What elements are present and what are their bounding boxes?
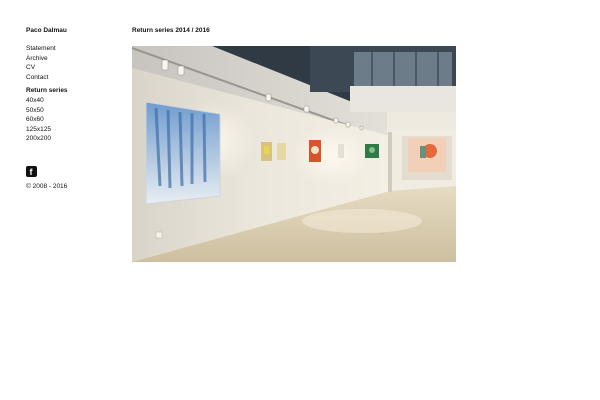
nav-series-60x60[interactable]: 60x60	[26, 115, 68, 125]
gallery-photo[interactable]	[132, 46, 456, 262]
nav-return-series[interactable]: Return series	[26, 86, 68, 96]
gallery-photo-image	[132, 46, 456, 262]
copyright-text: © 2008 - 2016	[26, 183, 68, 190]
nav-series-50x50[interactable]: 50x50	[26, 106, 68, 116]
nav-cv[interactable]: CV	[26, 63, 68, 73]
nav-series-200x200[interactable]: 200x200	[26, 134, 68, 144]
nav-contact[interactable]: Contact	[26, 73, 68, 83]
sidebar-nav: Statement Archive CV Contact Return seri…	[26, 44, 68, 144]
facebook-glyph: f	[29, 167, 33, 177]
site-title[interactable]: Paco Dalmau	[26, 27, 67, 34]
nav-archive[interactable]: Archive	[26, 54, 68, 64]
facebook-icon[interactable]: f	[26, 166, 37, 177]
nav-series-125x125[interactable]: 125x125	[26, 125, 68, 135]
page-title: Return series 2014 / 2016	[132, 27, 210, 34]
nav-statement[interactable]: Statement	[26, 44, 68, 54]
nav-series-40x40[interactable]: 40x40	[26, 96, 68, 106]
